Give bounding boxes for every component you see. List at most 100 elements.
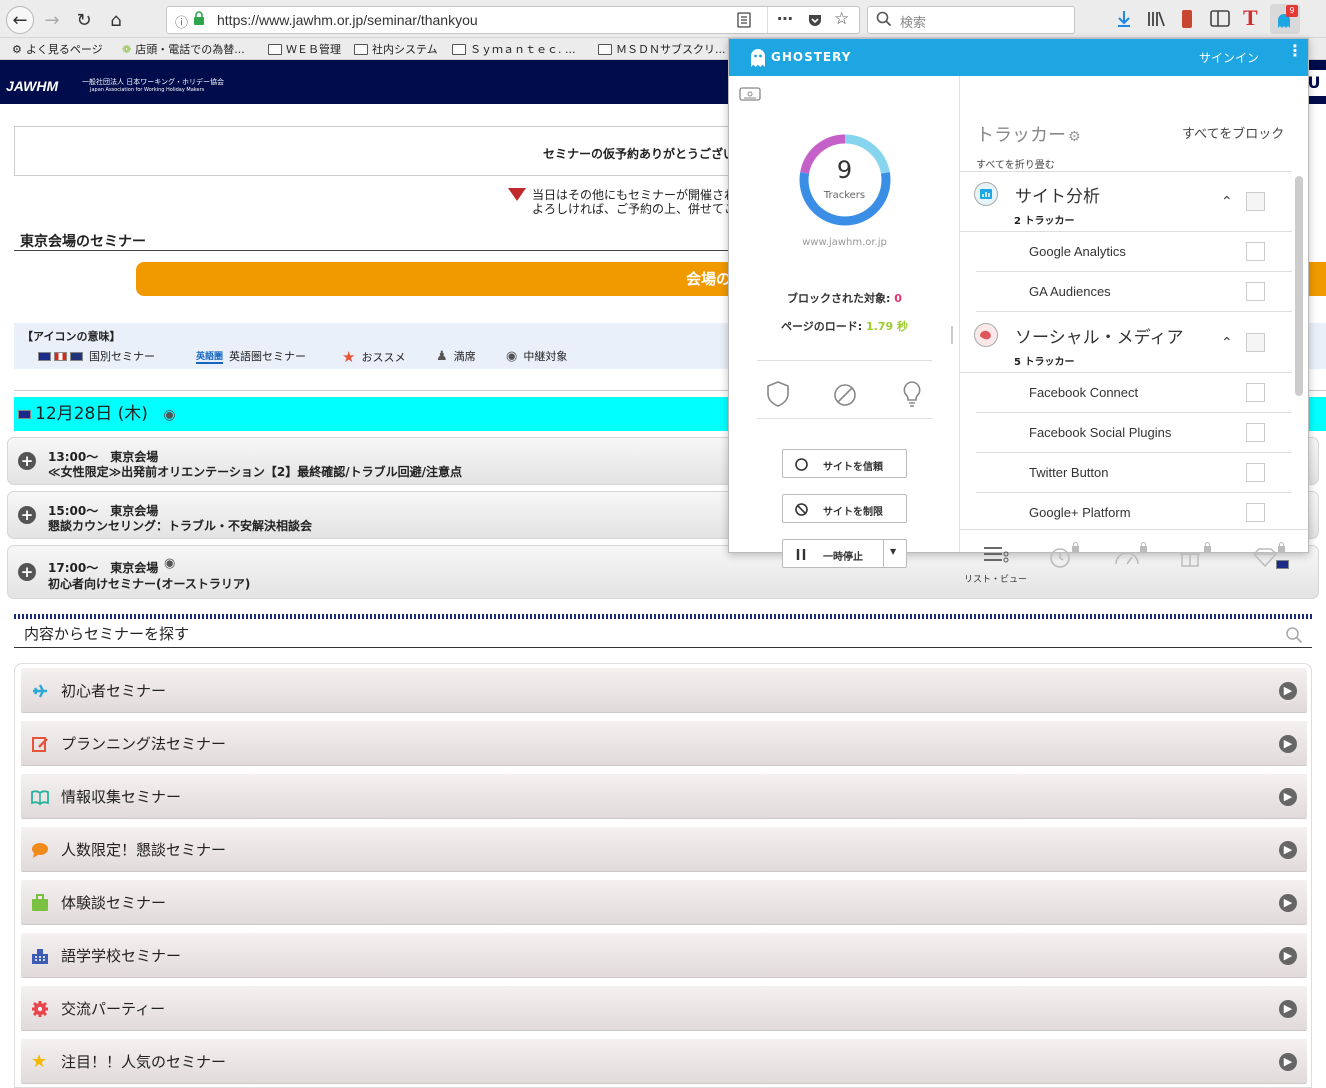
category-language-school[interactable]: 語学学校セミナー ▶ — [21, 933, 1307, 978]
seminar-time: 17:00〜 東京会場 — [48, 561, 159, 575]
seminar-title: 初心者向けセミナー(オーストラリア) — [48, 577, 251, 591]
category-popular[interactable]: ★ 注目！！人気のセミナー ▶ — [21, 1039, 1307, 1084]
logo-org-english: Japan Association for Working Holiday Ma… — [90, 87, 205, 93]
info-icon[interactable]: ⓘ — [175, 12, 188, 31]
bookmark-symantec[interactable]: Ｓｙｍａｎｔｅｃ. ... — [452, 41, 575, 57]
ghostery-toolbar-button[interactable]: 9 — [1270, 4, 1300, 34]
category-beginner[interactable]: 初心者セミナー ▶ — [21, 668, 1307, 713]
tracker-name[interactable]: Google Analytics — [1029, 244, 1126, 259]
category-block-checkbox[interactable] — [1246, 333, 1265, 352]
category-party[interactable]: 交流パーティー ▶ — [21, 986, 1307, 1031]
back-button[interactable]: ← — [6, 6, 34, 34]
search-input[interactable]: 検索 — [867, 6, 1075, 34]
load-label: ページのロード: — [781, 320, 867, 333]
detail-view-toggle-icon[interactable] — [739, 86, 761, 101]
pocket-icon[interactable] — [807, 12, 823, 28]
tracker-block-checkbox[interactable] — [1246, 383, 1265, 402]
tracker-list-scrollbar[interactable] — [1295, 176, 1303, 396]
gear-icon: ⚙ — [12, 42, 22, 56]
category-label: 人数限定！懇談セミナー — [61, 841, 227, 859]
rewards-locked-icon[interactable] — [1176, 542, 1216, 570]
load-stat: ページのロード: 1.79 秒 — [729, 318, 960, 334]
category-planning[interactable]: プランニング法セミナー ▶ — [21, 721, 1307, 766]
tracker-category-social[interactable]: ソーシャル・メディア 5 トラッカー ⌃ — [960, 313, 1292, 373]
kebab-menu-icon[interactable]: ⋮ — [1287, 43, 1303, 59]
reader-view-icon[interactable] — [737, 12, 751, 28]
signin-link[interactable]: サインイン — [1199, 49, 1259, 66]
warning-triangle-icon — [508, 188, 526, 201]
list-view-icon[interactable] — [978, 542, 1018, 570]
reload-button[interactable]: ↻ — [70, 6, 98, 34]
site-logo[interactable]: JAWHM — [6, 78, 58, 94]
tracker-name[interactable]: Google+ Platform — [1029, 505, 1131, 520]
scroll-indicator — [951, 326, 953, 344]
tracker-name[interactable]: GA Audiences — [1029, 284, 1111, 299]
more-actions-icon[interactable]: ⋯ — [777, 9, 793, 28]
translate-t-icon[interactable]: T — [1243, 5, 1258, 31]
flag-uk-icon — [70, 351, 83, 361]
home-button[interactable]: ⌂ — [102, 6, 130, 34]
restrict-site-button[interactable]: サイトを制限 — [782, 494, 907, 523]
tracker-badge: 9 — [1286, 5, 1298, 17]
history-locked-icon[interactable] — [1044, 542, 1084, 570]
extension-icon[interactable] — [1182, 10, 1192, 28]
bookmark-msdn[interactable]: ＭＳＤＮサブスクリ... — [598, 41, 726, 57]
tracker-block-checkbox[interactable] — [1246, 463, 1265, 482]
trust-site-button[interactable]: サイトを信頼 — [782, 449, 907, 478]
pause-button[interactable]: 一時停止 ▼ — [782, 539, 907, 568]
category-info[interactable]: 情報収集セミナー ▶ — [21, 774, 1307, 819]
ghostery-brand: GHOSTERY — [771, 50, 852, 64]
tracker-block-checkbox[interactable] — [1246, 503, 1265, 522]
tracker-row: Facebook Social Plugins — [976, 413, 1292, 453]
arrow-left-icon: ← — [12, 9, 28, 31]
tracker-block-checkbox[interactable] — [1246, 242, 1265, 261]
ghost-logo-icon — [749, 48, 767, 68]
tracker-name[interactable]: Facebook Connect — [1029, 385, 1138, 400]
download-icon[interactable] — [1116, 9, 1132, 29]
expand-icon[interactable]: + — [18, 506, 36, 524]
divider — [14, 250, 734, 251]
chevron-up-icon[interactable]: ⌃ — [1221, 194, 1233, 210]
legend-label: 国別セミナー — [89, 350, 155, 363]
bookmark-star-icon[interactable]: ☆ — [834, 9, 849, 29]
tracker-name[interactable]: Facebook Social Plugins — [1029, 425, 1171, 440]
sidebar-icon[interactable] — [1210, 10, 1230, 28]
tracker-block-checkbox[interactable] — [1246, 423, 1265, 442]
chevron-up-icon[interactable]: ⌃ — [1221, 335, 1233, 351]
tracker-category-analytics[interactable]: サイト分析 2 トラッカー ⌃ — [960, 172, 1292, 232]
bookmark-internal-system[interactable]: 社内システム — [354, 41, 438, 57]
search-placeholder: 検索 — [900, 16, 927, 31]
collapse-all-link[interactable]: すべてを折り畳む — [976, 156, 1055, 171]
block-icon[interactable] — [832, 382, 858, 408]
site-domain: www.jawhm.or.jp — [802, 237, 887, 248]
premium-locked-icon[interactable] — [1250, 542, 1290, 570]
settings-gears-icon[interactable]: ⚙ — [1068, 129, 1081, 145]
category-block-checkbox[interactable] — [1246, 192, 1265, 211]
search-icon[interactable] — [1285, 626, 1303, 644]
speed-locked-icon[interactable] — [1110, 542, 1150, 570]
library-icon[interactable] — [1146, 9, 1166, 29]
bookmark-web-admin[interactable]: ＷＥＢ管理 — [268, 41, 341, 57]
chevron-right-icon: ▶ — [1279, 1053, 1297, 1071]
category-label: 語学学校セミナー — [61, 947, 182, 965]
trackers-title-text: トラッカー — [976, 125, 1066, 146]
category-experience[interactable]: 体験談セミナー ▶ — [21, 880, 1307, 925]
forward-button[interactable]: → — [38, 6, 66, 34]
bookmark-exchange[interactable]: ❁ 店頭・電話での為替... — [122, 41, 245, 57]
url-bar[interactable]: ⓘ https://www.jawhm.or.jp/seminar/thanky… — [166, 6, 860, 34]
star-icon: ★ — [31, 1051, 48, 1072]
shield-icon[interactable] — [765, 380, 791, 408]
ghostery-footer-tabs: リスト・ビュー — [960, 529, 1308, 589]
category-limited[interactable]: 人数限定！懇談セミナー ▶ — [21, 827, 1307, 872]
tracker-block-checkbox[interactable] — [1246, 282, 1265, 301]
expand-icon[interactable]: + — [18, 563, 36, 581]
block-all-link[interactable]: すべてをブロック — [1182, 123, 1284, 142]
expand-icon[interactable]: + — [18, 452, 36, 470]
caret-down-icon[interactable]: ▼ — [890, 547, 896, 556]
folder-icon — [598, 43, 612, 55]
ghostery-panel: GHOSTERY サインイン ⋮ 9 Trackers www.jawhm.or… — [728, 38, 1309, 585]
bookmark-most-visited[interactable]: ⚙ よく見るページ — [12, 41, 103, 57]
chevron-right-icon: ▶ — [1279, 947, 1297, 965]
lightbulb-icon[interactable] — [901, 380, 923, 408]
tracker-name[interactable]: Twitter Button — [1029, 465, 1108, 480]
